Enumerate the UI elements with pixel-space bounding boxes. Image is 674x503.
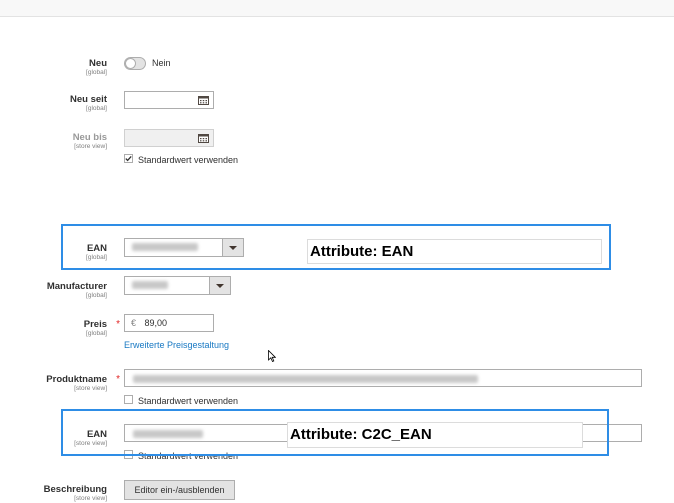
label-manufacturer: Manufacturer [global] bbox=[46, 281, 107, 299]
preis-value: 89,00 bbox=[144, 318, 168, 328]
label-neu: Neu [global] bbox=[86, 58, 107, 76]
callout-ean: Attribute: EAN bbox=[307, 239, 602, 264]
label-preis: Preis [global] * bbox=[83, 319, 120, 337]
produktname-default-label: Standardwert verwenden bbox=[138, 396, 239, 406]
label-neu-bis: Neu bis [store view] bbox=[72, 132, 107, 150]
preis-input[interactable]: € 89,00 bbox=[124, 314, 214, 332]
label-neu-seit: Neu seit [global] bbox=[70, 94, 107, 112]
neu-bis-default-checkbox[interactable] bbox=[124, 154, 133, 163]
blurred-value bbox=[133, 375, 478, 383]
dropdown-button[interactable] bbox=[209, 277, 230, 294]
checkmark-icon bbox=[125, 155, 132, 162]
manufacturer-select[interactable] bbox=[124, 276, 231, 295]
advanced-pricing-link[interactable]: Erweiterte Preisgestaltung bbox=[124, 340, 229, 350]
required-marker: * bbox=[116, 319, 120, 330]
label-beschreibung: Beschreibung [store view] bbox=[43, 484, 107, 502]
neu-toggle[interactable] bbox=[124, 57, 146, 70]
toggle-editor-button[interactable]: Editor ein-/ausblenden bbox=[124, 480, 235, 500]
currency-symbol: € bbox=[131, 318, 137, 328]
calendar-icon[interactable] bbox=[198, 95, 209, 105]
label-produktname: Produktname [store view] * bbox=[46, 374, 120, 392]
mouse-cursor-icon bbox=[268, 350, 276, 362]
top-bar bbox=[0, 0, 674, 17]
neu-bis-input[interactable] bbox=[124, 129, 214, 147]
required-marker: * bbox=[116, 374, 120, 385]
produktname-default-checkbox[interactable] bbox=[124, 395, 133, 404]
blurred-value bbox=[132, 281, 168, 289]
toggle-knob bbox=[125, 58, 136, 69]
callout-c2c-ean: Attribute: C2C_EAN bbox=[287, 422, 583, 448]
calendar-icon[interactable] bbox=[198, 133, 209, 143]
produktname-input[interactable] bbox=[124, 369, 642, 387]
neu-bis-default-label: Standardwert verwenden bbox=[138, 155, 239, 165]
neu-toggle-label: Nein bbox=[152, 58, 171, 68]
chevron-down-icon bbox=[216, 284, 224, 288]
neu-seit-input[interactable] bbox=[124, 91, 214, 109]
